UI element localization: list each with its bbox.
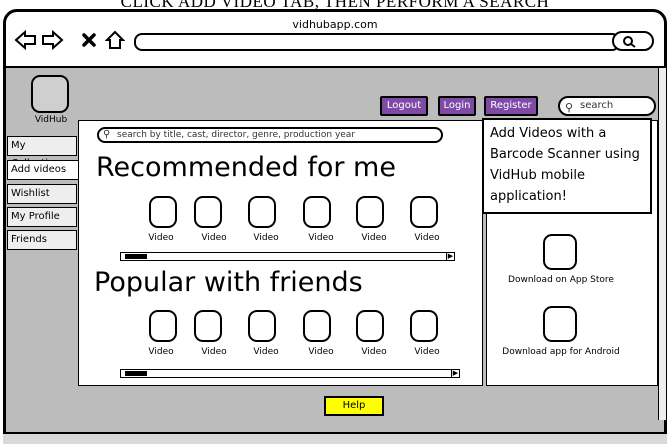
- logout-button[interactable]: Logout: [380, 96, 428, 116]
- video-thumbnail[interactable]: [410, 310, 438, 342]
- video-thumbnail[interactable]: [194, 196, 222, 228]
- android-download-label[interactable]: Download app for Android: [486, 347, 636, 357]
- search-icon: ⚲: [565, 101, 574, 114]
- video-label: Video: [148, 347, 174, 357]
- tab-friends[interactable]: Friends: [7, 230, 77, 250]
- url-text: vidhubapp.com: [292, 18, 378, 31]
- app-store-download-icon[interactable]: [543, 234, 577, 270]
- vertical-scrollbar[interactable]: [658, 68, 666, 420]
- app-store-download-label[interactable]: Download on App Store: [486, 275, 636, 285]
- tab-my-collection[interactable]: My Collection: [7, 136, 77, 169]
- scroll-thumb[interactable]: [125, 254, 147, 259]
- browser-search-button[interactable]: [612, 31, 654, 51]
- video-label: Video: [308, 347, 334, 357]
- video-label: Video: [148, 233, 174, 243]
- video-thumbnail[interactable]: [410, 196, 438, 228]
- tab-my-profile[interactable]: My Profile: [7, 207, 77, 227]
- section-title-popular: Popular with friends: [94, 267, 363, 298]
- back-arrow-icon[interactable]: [14, 30, 38, 50]
- register-button[interactable]: Register: [484, 96, 538, 116]
- header-search-input[interactable]: ⚲ search: [558, 96, 656, 116]
- video-thumbnail[interactable]: [303, 196, 331, 228]
- video-thumbnail[interactable]: [356, 310, 384, 342]
- video-thumbnail[interactable]: [149, 310, 177, 342]
- home-icon[interactable]: [105, 30, 125, 50]
- video-label: Video: [253, 347, 279, 357]
- vidhub-logo: [31, 75, 69, 113]
- android-download-icon[interactable]: [543, 306, 577, 342]
- video-label: Video: [253, 233, 279, 243]
- video-label: Video: [361, 347, 387, 357]
- scroll-right-icon[interactable]: ▶: [451, 370, 459, 377]
- video-thumbnail[interactable]: [356, 196, 384, 228]
- horizontal-scrollbar-popular[interactable]: ▶: [120, 369, 460, 378]
- video-thumbnail[interactable]: [149, 196, 177, 228]
- video-thumbnail[interactable]: [303, 310, 331, 342]
- video-thumbnail[interactable]: [194, 310, 222, 342]
- help-button[interactable]: Help: [324, 396, 384, 416]
- close-icon[interactable]: [81, 32, 97, 48]
- video-label: Video: [308, 233, 334, 243]
- video-thumbnail[interactable]: [248, 196, 276, 228]
- search-icon: ⚲: [103, 129, 111, 140]
- scroll-thumb[interactable]: [125, 371, 147, 376]
- login-button[interactable]: Login: [438, 96, 476, 116]
- main-search-placeholder: search by title, cast, director, genre, …: [117, 130, 356, 140]
- video-label: Video: [361, 233, 387, 243]
- forward-arrow-icon[interactable]: [40, 30, 64, 50]
- search-icon: [623, 36, 636, 48]
- url-bar[interactable]: [134, 33, 620, 51]
- tab-add-videos[interactable]: Add videos: [7, 160, 79, 180]
- tab-wishlist[interactable]: Wishlist: [7, 184, 77, 204]
- video-label: Video: [414, 347, 440, 357]
- header-search-placeholder: search: [580, 100, 614, 111]
- main-search-input[interactable]: ⚲ search by title, cast, director, genre…: [97, 127, 443, 143]
- video-label: Video: [201, 233, 227, 243]
- scroll-right-icon[interactable]: ▶: [446, 253, 454, 260]
- section-title-recommended: Recommended for me: [96, 152, 396, 183]
- video-label: Video: [414, 233, 440, 243]
- promo-box: Add Videos with a Barcode Scanner using …: [482, 118, 652, 214]
- horizontal-scrollbar-recommended[interactable]: ▶: [120, 252, 455, 261]
- browser-status-bar: [3, 432, 667, 444]
- logo-label: VidHub: [34, 115, 68, 125]
- video-thumbnail[interactable]: [248, 310, 276, 342]
- video-label: Video: [201, 347, 227, 357]
